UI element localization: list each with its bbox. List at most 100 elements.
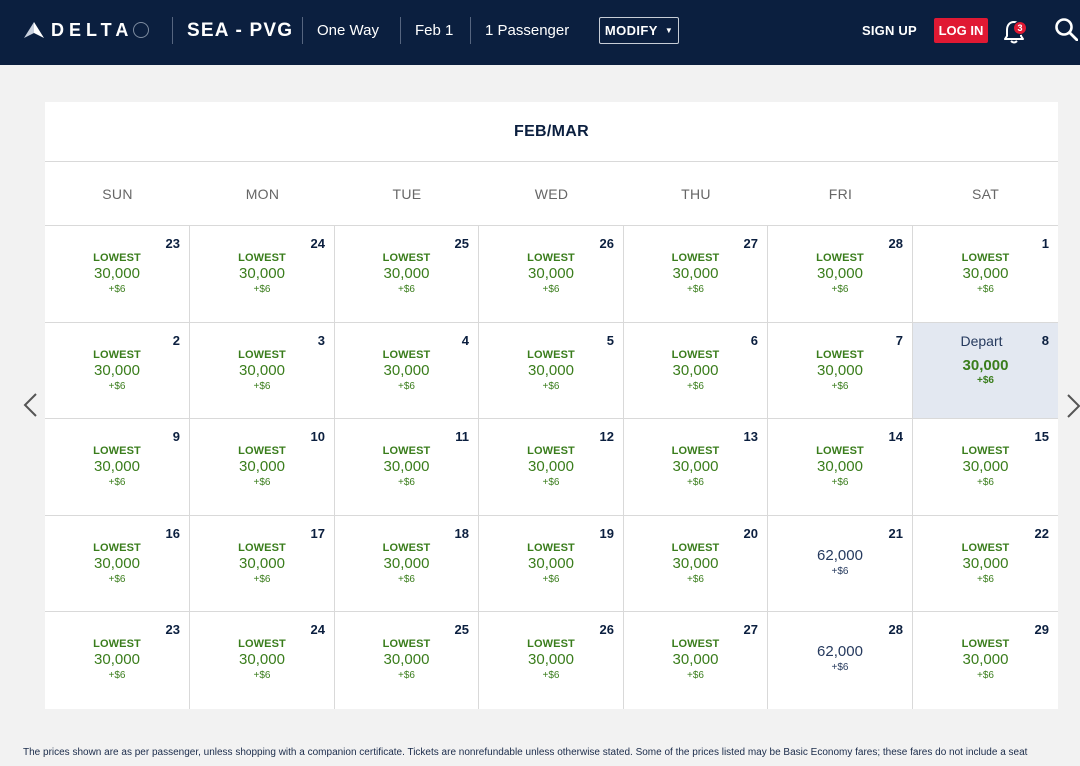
calendar-day[interactable]: 23 LOWEST 30,000 +$6 (45, 612, 190, 709)
fare-taxes: +$6 (542, 380, 560, 392)
day-number: 9 (172, 429, 180, 444)
calendar-day[interactable]: 23 LOWEST 30,000 +$6 (45, 226, 190, 322)
calendar-day[interactable]: 28 LOWEST 30,000 +$6 (768, 226, 913, 322)
day-number: 25 (454, 236, 469, 251)
calendar-day[interactable]: 19 LOWEST 30,000 +$6 (479, 515, 624, 611)
calendar-day[interactable]: 9 LOWEST 30,000 +$6 (45, 419, 190, 515)
brand-name: DELTA (51, 20, 134, 40)
fare-miles: 30,000 (962, 651, 1009, 668)
fare-miles: 30,000 (962, 458, 1009, 475)
fare-miles: 30,000 (817, 458, 863, 475)
fare-taxes: +$6 (831, 662, 849, 673)
lowest-fare-label: LOWEST (93, 348, 141, 361)
calendar-day[interactable]: 26 LOWEST 30,000 +$6 (479, 612, 624, 709)
calendar-day[interactable]: 3 LOWEST 30,000 +$6 (190, 322, 335, 418)
delta-logo[interactable]: DELTA (24, 18, 150, 42)
calendar-day[interactable]: 10 LOWEST 30,000 +$6 (190, 419, 335, 515)
fare-taxes: +$6 (108, 573, 126, 585)
calendar-day[interactable]: 25 LOWEST 30,000 +$6 (335, 226, 479, 322)
lowest-fare-label: LOWEST (238, 541, 286, 554)
fare-taxes: +$6 (687, 380, 704, 392)
day-number: 8 (1041, 332, 1049, 348)
fare-taxes: +$6 (977, 670, 994, 681)
calendar-day[interactable]: 12 LOWEST 30,000 +$6 (479, 419, 624, 515)
calendar-day[interactable]: 28 62,000 +$6 (768, 612, 913, 709)
fare-miles: 30,000 (383, 651, 430, 668)
calendar-day[interactable]: 16 LOWEST 30,000 +$6 (45, 515, 190, 611)
lowest-fare-label: LOWEST (816, 252, 864, 264)
calendar-day[interactable]: 24 LOWEST 30,000 +$6 (190, 612, 335, 709)
modify-button[interactable]: MODIFY ▼ (599, 17, 679, 44)
calendar-day[interactable]: 13 LOWEST 30,000 +$6 (624, 419, 768, 515)
chevron-left-icon[interactable] (22, 392, 40, 418)
calendar-day[interactable]: 24 LOWEST 30,000 +$6 (190, 226, 335, 322)
calendar-day[interactable]: 25 LOWEST 30,000 +$6 (335, 612, 479, 709)
calendar-week-row: 9 LOWEST 30,000 +$6 10 LOWEST 30,000 +$6 11 LOWES… (45, 419, 1058, 516)
day-number: 11 (455, 429, 469, 444)
calendar-day[interactable]: 27 LOWEST 30,000 +$6 (624, 612, 768, 709)
fare-taxes: +$6 (398, 284, 415, 295)
fare-taxes: +$6 (253, 477, 271, 488)
fare-miles: 30,000 (528, 651, 574, 668)
caret-down-icon: ▼ (664, 26, 674, 35)
header-divider (470, 17, 471, 44)
calendar-day[interactable]: 27 LOWEST 30,000 +$6 (624, 226, 768, 322)
calendar-day[interactable]: 6 LOWEST 30,000 +$6 (624, 322, 768, 418)
calendar-day[interactable]: 29 LOWEST 30,000 +$6 (913, 612, 1058, 709)
calendar-day[interactable]: 18 LOWEST 30,000 +$6 (335, 515, 479, 611)
calendar-day[interactable]: 17 LOWEST 30,000 +$6 (190, 515, 335, 611)
fare-miles: 30,000 (672, 554, 719, 572)
calendar-day[interactable]: 4 LOWEST 30,000 +$6 (335, 322, 479, 418)
passenger-count-label[interactable]: 1 Passenger (485, 0, 569, 62)
fare-miles: 30,000 (94, 651, 140, 668)
day-number: 5 (606, 332, 614, 348)
fare-miles: 30,000 (94, 361, 140, 379)
travel-date-label[interactable]: Feb 1 (415, 0, 453, 62)
fare-miles: 30,000 (94, 554, 140, 572)
day-number: 24 (310, 622, 325, 637)
calendar-day[interactable]: 1 LOWEST 30,000 +$6 (913, 226, 1058, 322)
calendar-day[interactable]: 7 LOWEST 30,000 +$6 (768, 322, 913, 418)
day-number: 1 (1041, 236, 1049, 251)
calendar-day[interactable]: 5 LOWEST 30,000 +$6 (479, 322, 624, 418)
calendar-day[interactable]: 14 LOWEST 30,000 +$6 (768, 419, 913, 515)
fare-taxes: +$6 (253, 573, 271, 585)
lowest-fare-label: LOWEST (961, 252, 1010, 264)
fare-taxes: +$6 (542, 573, 560, 585)
calendar-day[interactable]: 15 LOWEST 30,000 +$6 (913, 419, 1058, 515)
calendar-day[interactable]: 2 LOWEST 30,000 +$6 (45, 322, 190, 418)
calendar-day[interactable]: 26 LOWEST 30,000 +$6 (479, 226, 624, 322)
day-of-week-label: WED (534, 185, 569, 202)
calendar-day[interactable]: 11 LOWEST 30,000 +$6 (335, 419, 479, 515)
calendar-week-row: 23 LOWEST 30,000 +$6 24 LOWEST 30,000 +$6 25 LOWE… (45, 612, 1058, 709)
lowest-fare-label: LOWEST (382, 445, 431, 457)
lowest-fare-label: LOWEST (527, 348, 575, 361)
fare-taxes: +$6 (398, 477, 415, 488)
day-number: 18 (454, 525, 469, 541)
log-in-button[interactable]: LOG IN (934, 18, 988, 43)
lowest-fare-label: LOWEST (93, 252, 141, 264)
lowest-fare-label: LOWEST (527, 252, 575, 264)
chevron-right-icon[interactable] (1064, 393, 1080, 419)
header-divider (172, 17, 173, 44)
fare-miles: 30,000 (817, 265, 863, 282)
search-icon[interactable] (1054, 17, 1078, 41)
day-of-week-label: FRI (828, 185, 853, 202)
lowest-fare-label: LOWEST (816, 445, 864, 457)
lowest-fare-label: LOWEST (671, 445, 720, 457)
calendar-day[interactable]: 20 LOWEST 30,000 +$6 (624, 515, 768, 611)
calendar-week-row: 16 LOWEST 30,000 +$6 17 LOWEST 30,000 +$6 18 LOWE… (45, 515, 1058, 612)
calendar-day[interactable]: 22 LOWEST 30,000 +$6 (913, 516, 1058, 612)
trip-type-label[interactable]: One Way (317, 0, 379, 62)
calendar-day-selected[interactable]: Depart 8 30,000 +$6 (913, 322, 1058, 418)
sign-up-link[interactable]: SIGN UP (862, 0, 917, 62)
fare-miles: 30,000 (239, 554, 285, 572)
day-of-week-label: THU (681, 185, 711, 202)
fare-miles: 30,000 (962, 356, 1009, 374)
lowest-fare-label: LOWEST (238, 638, 286, 650)
fare-miles: 30,000 (383, 458, 430, 475)
notification-badge: 3 (1013, 21, 1027, 35)
route-label[interactable]: SEA - PVG (187, 0, 293, 62)
fare-miles: 62,000 (817, 546, 863, 564)
calendar-day[interactable]: 21 62,000 +$6 (768, 515, 913, 611)
